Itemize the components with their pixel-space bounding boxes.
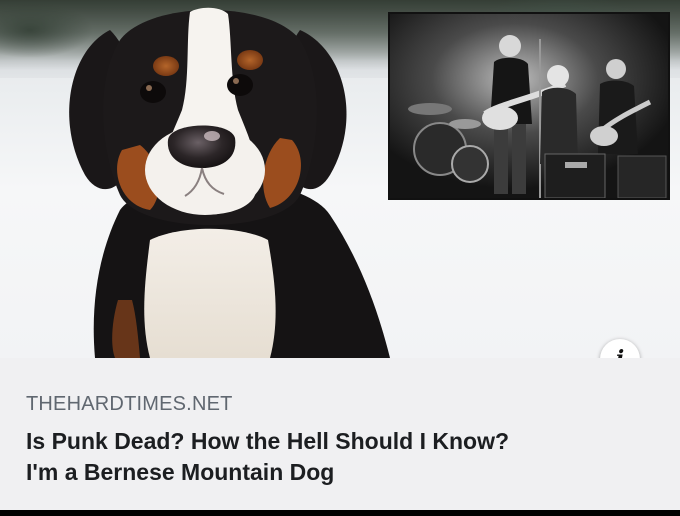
article-thumbnail[interactable] <box>0 0 680 358</box>
band-photo-inset <box>388 12 670 200</box>
link-caption[interactable]: THEHARDTIMES.NET Is Punk Dead? How the H… <box>0 358 680 510</box>
link-preview-card[interactable]: i THEHARDTIMES.NET Is Punk Dead? How the… <box>0 0 680 516</box>
article-headline[interactable]: Is Punk Dead? How the Hell Should I Know… <box>26 426 666 488</box>
headline-line-1: Is Punk Dead? How the Hell Should I Know… <box>26 428 510 454</box>
source-domain: THEHARDTIMES.NET <box>26 393 233 415</box>
bottom-divider <box>0 510 680 516</box>
headline-line-2: I'm a Bernese Mountain Dog <box>26 459 335 485</box>
